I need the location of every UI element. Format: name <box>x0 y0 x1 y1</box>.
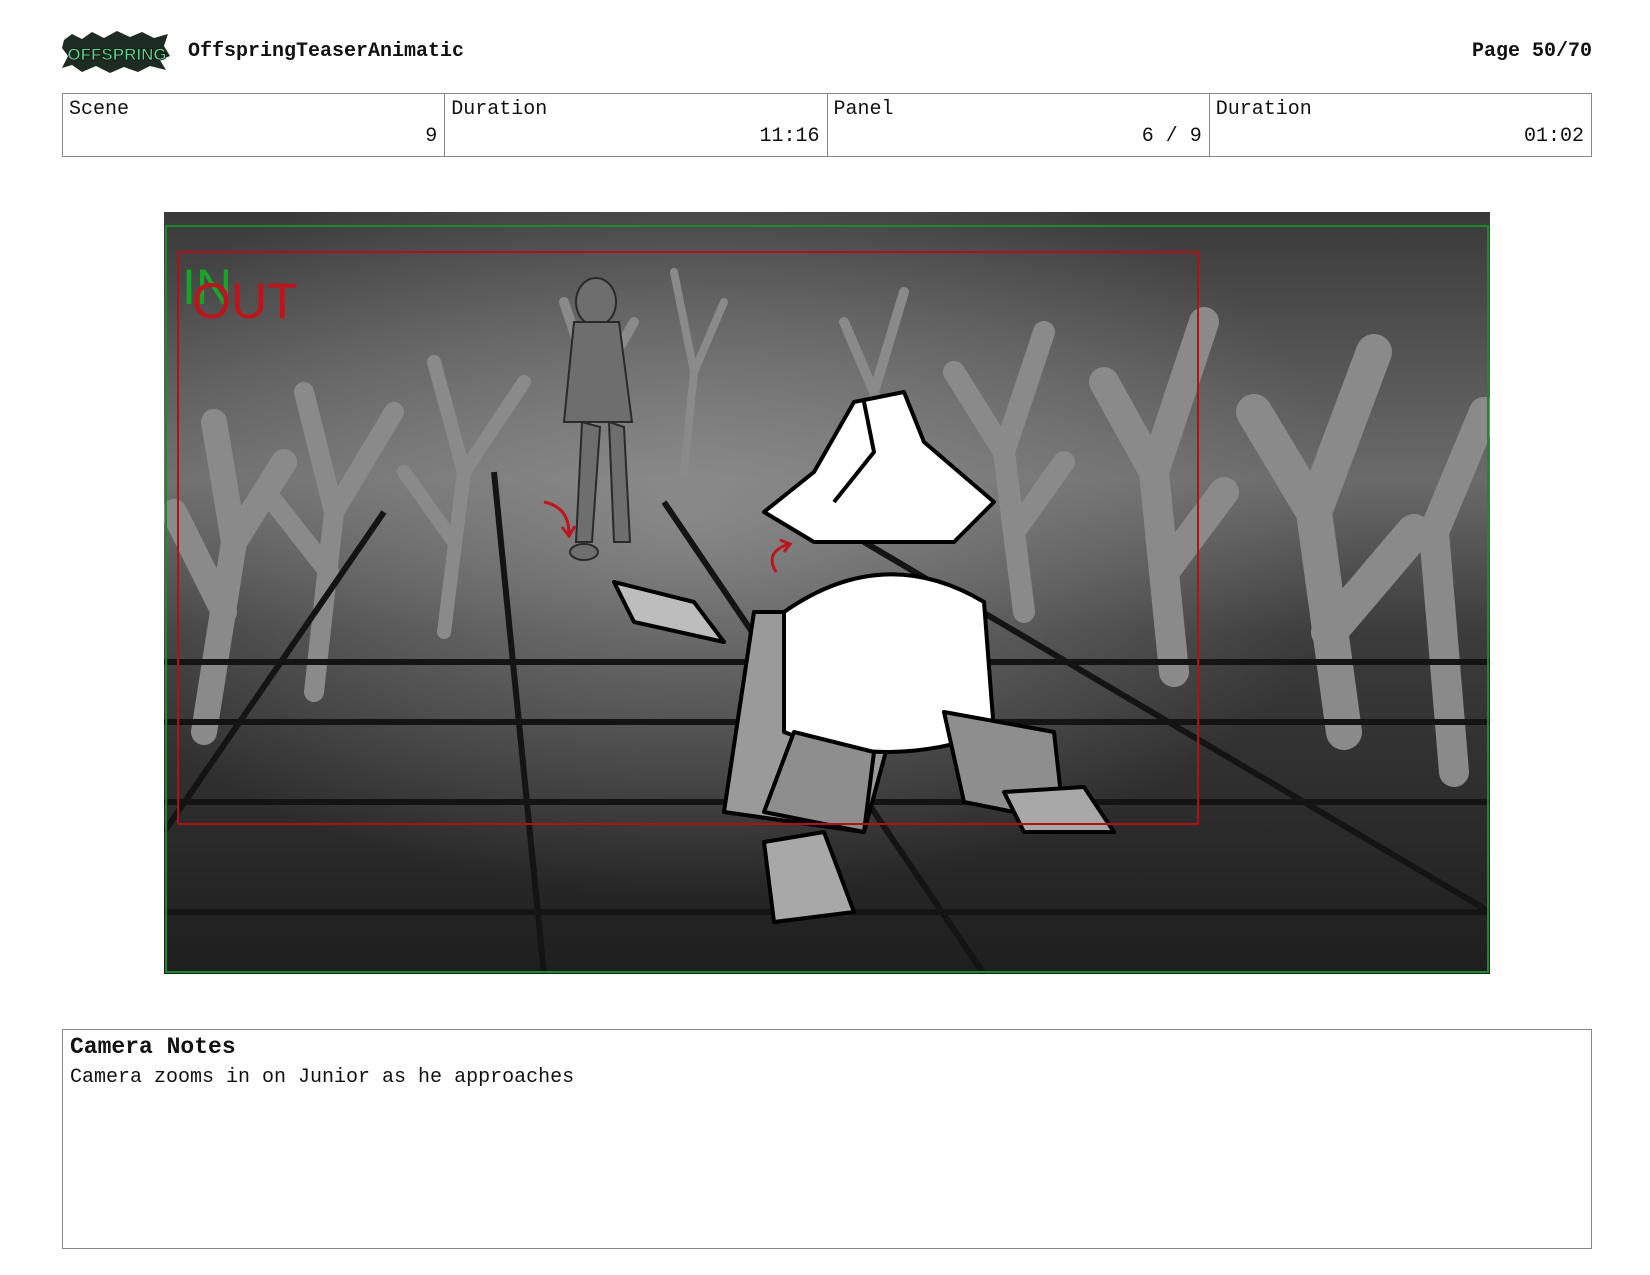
panel-duration-label: Duration <box>1215 98 1312 121</box>
storyboard-frame: IN OUT <box>164 212 1490 974</box>
panel-label: Panel <box>833 98 894 121</box>
offspring-logo: OFFSPRING <box>62 30 172 74</box>
page-header: OFFSPRING OffspringTeaserAnimatic Page 5… <box>62 28 1592 74</box>
panel-duration-cell: Duration 01:02 <box>1210 94 1591 156</box>
camera-notes-box: Camera Notes Camera zooms in on Junior a… <box>62 1029 1592 1249</box>
scene-info-table: Scene 9 Duration 11:16 Panel 6 / 9 Durat… <box>62 93 1592 157</box>
scene-duration-label: Duration <box>451 98 548 121</box>
scene-duration-value: 11:16 <box>759 125 820 148</box>
scene-value: 9 <box>425 125 438 148</box>
scene-label: Scene <box>69 98 130 121</box>
panel-duration-value: 01:02 <box>1523 125 1584 148</box>
panel-cell: Panel 6 / 9 <box>828 94 1210 156</box>
panel-value: 6 / 9 <box>1141 125 1202 148</box>
camera-notes-text: Camera zooms in on Junior as he approach… <box>70 1066 575 1089</box>
scene-duration-cell: Duration 11:16 <box>445 94 828 156</box>
scene-cell: Scene 9 <box>63 94 446 156</box>
svg-text:OFFSPRING: OFFSPRING <box>67 45 166 64</box>
camera-notes-title: Camera Notes <box>70 1034 236 1060</box>
page-number: Page 50/70 <box>1471 40 1592 63</box>
out-label: OUT <box>192 273 298 329</box>
project-title: OffspringTeaserAnimatic <box>188 40 465 63</box>
